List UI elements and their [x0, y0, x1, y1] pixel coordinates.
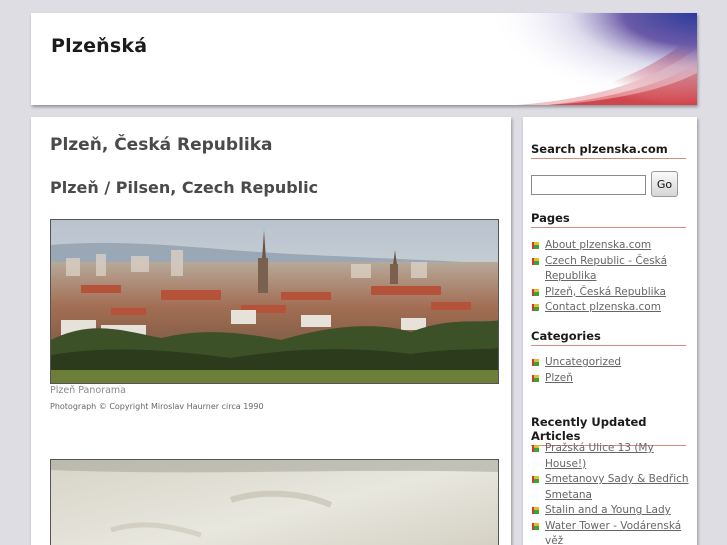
flag-bullet-icon	[532, 359, 539, 366]
flag-bullet-icon	[532, 304, 539, 311]
recent-article-link[interactable]: Stalin and a Young Lady	[545, 504, 671, 516]
site-header: Plzeňská	[31, 13, 697, 105]
page-title: Plzeň, Česká Republika	[50, 135, 273, 155]
page-subtitle: Plzeň / Pilsen, Czech Republic	[50, 178, 319, 197]
panorama-caption: Plzeň Panorama	[50, 385, 126, 396]
second-article-image	[50, 459, 499, 545]
flag-bullet-icon	[532, 507, 539, 514]
pages-widget-title: Pages	[531, 211, 686, 228]
recent-article-link[interactable]: Smetanovy Sady & Bedřich Smetana	[545, 473, 689, 501]
site-title[interactable]: Plzeňská	[51, 35, 147, 57]
page-link-plzen[interactable]: Plzeň, Česká Republika	[545, 286, 666, 298]
page-link-about[interactable]: About plzenska.com	[545, 239, 651, 251]
flag-swoosh-graphic	[487, 13, 697, 105]
recent-article-link[interactable]: Water Tower - Vodárenská věž	[545, 520, 681, 545]
flag-bullet-icon	[532, 374, 539, 382]
list-item: Uncategorized	[531, 355, 691, 371]
flag-bullet-icon	[532, 242, 539, 249]
list-item: Stalin and a Young Lady	[531, 503, 691, 519]
list-item: About plzenska.com	[531, 238, 691, 254]
page-link-czech-republic[interactable]: Czech Republic - Česká Republika	[545, 255, 667, 283]
flag-bullet-icon	[532, 257, 539, 265]
list-item: Contact plzenska.com	[531, 300, 691, 316]
sidebar: Search plzenska.com Go Pages About plzen…	[523, 117, 697, 545]
categories-widget-title: Categories	[531, 329, 686, 346]
flag-bullet-icon	[532, 476, 539, 483]
list-item: Czech Republic - Česká Republika	[531, 254, 691, 285]
category-link-plzen[interactable]: Plzeň	[545, 372, 573, 384]
categories-list: Uncategorized Plzeň	[531, 355, 691, 386]
main-content: Plzeň, Česká Republika Plzeň / Pilsen, C…	[31, 117, 511, 545]
recent-articles-list: Pražská Ulice 13 (My House!) Smetanovy S…	[531, 441, 691, 545]
list-item: Plzeň	[531, 371, 691, 387]
page-link-contact[interactable]: Contact plzenska.com	[545, 301, 661, 313]
panorama-credit: Photograph © Copyright Miroslav Haurner …	[50, 402, 264, 411]
category-link-uncategorized[interactable]: Uncategorized	[545, 356, 621, 368]
list-item: Pražská Ulice 13 (My House!)	[531, 441, 691, 472]
list-item: Smetanovy Sady & Bedřich Smetana	[531, 472, 691, 503]
plzen-panorama-photo	[50, 219, 499, 384]
search-go-button[interactable]: Go	[651, 171, 678, 197]
flag-bullet-icon	[532, 288, 539, 296]
search-widget-title: Search plzenska.com	[531, 142, 686, 159]
recent-article-link[interactable]: Pražská Ulice 13 (My House!)	[545, 442, 654, 470]
list-item: Plzeň, Česká Republika	[531, 285, 691, 301]
list-item: Water Tower - Vodárenská věž	[531, 519, 691, 545]
flag-bullet-icon	[532, 522, 539, 530]
pages-list: About plzenska.com Czech Republic - Česk…	[531, 238, 691, 316]
search-input[interactable]	[531, 175, 646, 195]
flag-bullet-icon	[532, 445, 539, 452]
